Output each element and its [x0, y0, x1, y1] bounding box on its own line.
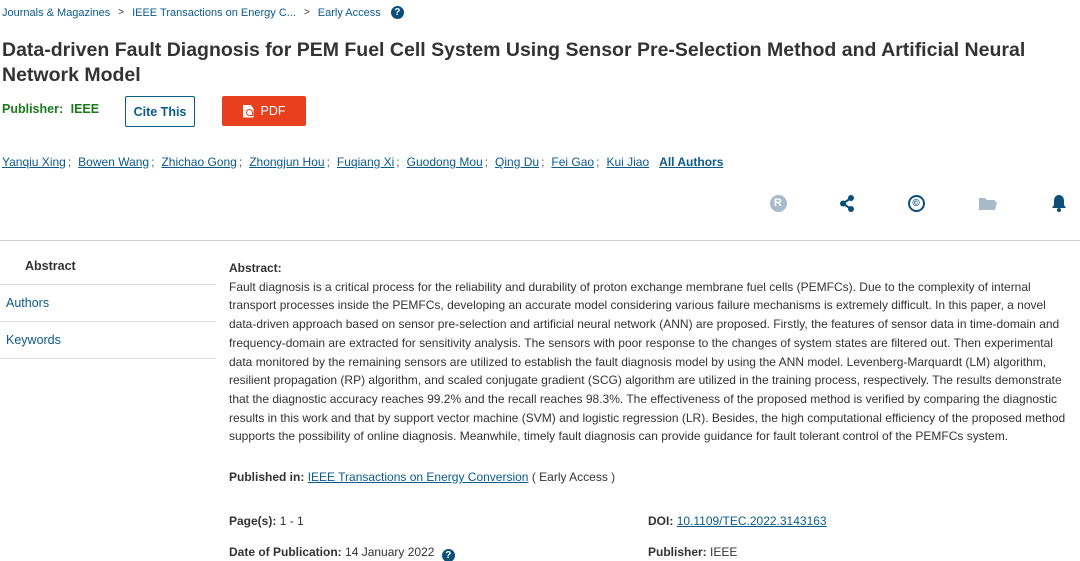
- author-link[interactable]: Fuqiang Xi: [337, 155, 394, 169]
- author-separator: ;: [326, 155, 330, 169]
- author-link[interactable]: Fei Gao: [551, 155, 594, 169]
- author-separator: ;: [596, 155, 600, 169]
- author-separator: ;: [238, 155, 243, 169]
- meta-publisher-value: IEEE: [710, 545, 738, 559]
- author-link[interactable]: Zhichao Gong: [161, 155, 236, 169]
- meta-publisher-label: Publisher:: [648, 545, 707, 559]
- date-label: Date of Publication:: [229, 545, 342, 559]
- doi-label: DOI:: [648, 514, 674, 528]
- share-icon[interactable]: [836, 192, 858, 214]
- publisher-info: Publisher: IEEE: [2, 102, 99, 116]
- nav-item-authors[interactable]: Authors: [0, 285, 216, 322]
- nav-item-keywords[interactable]: Keywords: [0, 322, 216, 359]
- page-title: Data-driven Fault Diagnosis for PEM Fuel…: [2, 39, 1026, 86]
- author-list: Yanqiu Xing; Bowen Wang; Zhichao Gong; Z…: [2, 155, 723, 169]
- copyright-icon[interactable]: ©: [905, 192, 927, 214]
- pdf-button[interactable]: PDF: [222, 96, 306, 126]
- pages-label: Page(s):: [229, 514, 277, 528]
- section-nav: Abstract Authors Keywords: [0, 248, 216, 359]
- breadcrumb: Journals & Magazines > IEEE Transactions…: [2, 6, 404, 19]
- rights-permissions-icon[interactable]: R: [767, 192, 789, 214]
- breadcrumb-early-access[interactable]: Early Access: [318, 7, 381, 19]
- rights-glyph: R: [769, 194, 787, 212]
- cite-this-button[interactable]: Cite This: [125, 96, 195, 127]
- publisher-value: IEEE: [70, 102, 100, 116]
- breadcrumb-journal[interactable]: IEEE Transactions on Energy C...: [132, 7, 296, 19]
- journal-link[interactable]: IEEE Transactions on Energy Conversion: [308, 470, 529, 484]
- pdf-button-label: PDF: [260, 104, 286, 118]
- article-toolbar: R ©: [0, 192, 1080, 216]
- author-link[interactable]: Yanqiu Xing: [2, 155, 66, 169]
- author-separator: ;: [151, 155, 155, 169]
- author-separator: ;: [396, 155, 400, 169]
- author-link[interactable]: Zhongjun Hou: [249, 155, 324, 169]
- folder-icon[interactable]: [977, 192, 999, 214]
- doi-info: DOI: 10.1109/TEC.2022.3143163: [648, 514, 827, 528]
- author-separator: ;: [484, 155, 489, 169]
- published-in-suffix: ( Early Access ): [531, 470, 616, 484]
- bell-icon[interactable]: [1048, 192, 1070, 214]
- published-in: Published in: IEEE Transactions on Energ…: [229, 470, 615, 484]
- abstract-text: Fault diagnosis is a critical process fo…: [229, 279, 1066, 444]
- pages-info: Page(s): 1 - 1: [229, 514, 304, 528]
- author-link[interactable]: Bowen Wang: [78, 155, 149, 169]
- meta-publisher: Publisher: IEEE: [648, 545, 737, 559]
- author-separator: ;: [541, 155, 545, 169]
- copyright-glyph: ©: [907, 194, 925, 212]
- author-link[interactable]: Guodong Mou: [407, 155, 483, 169]
- doi-link[interactable]: 10.1109/TEC.2022.3143163: [677, 514, 827, 528]
- help-icon[interactable]: ?: [390, 6, 404, 19]
- date-value: 14 January 2022: [345, 545, 435, 559]
- abstract-section: Abstract: Fault diagnosis is a critical …: [229, 259, 1071, 446]
- nav-item-abstract[interactable]: Abstract: [0, 248, 216, 285]
- section-divider: [0, 240, 1080, 241]
- abstract-label: Abstract:: [229, 261, 282, 275]
- pages-value: 1 - 1: [279, 514, 304, 528]
- pdf-icon: [242, 104, 254, 118]
- author-link[interactable]: Kui Jiao: [606, 155, 649, 169]
- author-link[interactable]: Qing Du: [495, 155, 539, 169]
- breadcrumb-separator: >: [118, 7, 125, 18]
- publisher-label: Publisher:: [2, 102, 64, 116]
- publication-date: Date of Publication: 14 January 2022 ?: [229, 545, 455, 561]
- breadcrumb-separator: >: [303, 7, 310, 18]
- published-in-label: Published in:: [229, 470, 305, 484]
- breadcrumb-journals[interactable]: Journals & Magazines: [2, 7, 110, 19]
- help-icon[interactable]: ?: [441, 549, 455, 561]
- author-separator: ;: [67, 155, 72, 169]
- all-authors-link[interactable]: All Authors: [659, 155, 723, 169]
